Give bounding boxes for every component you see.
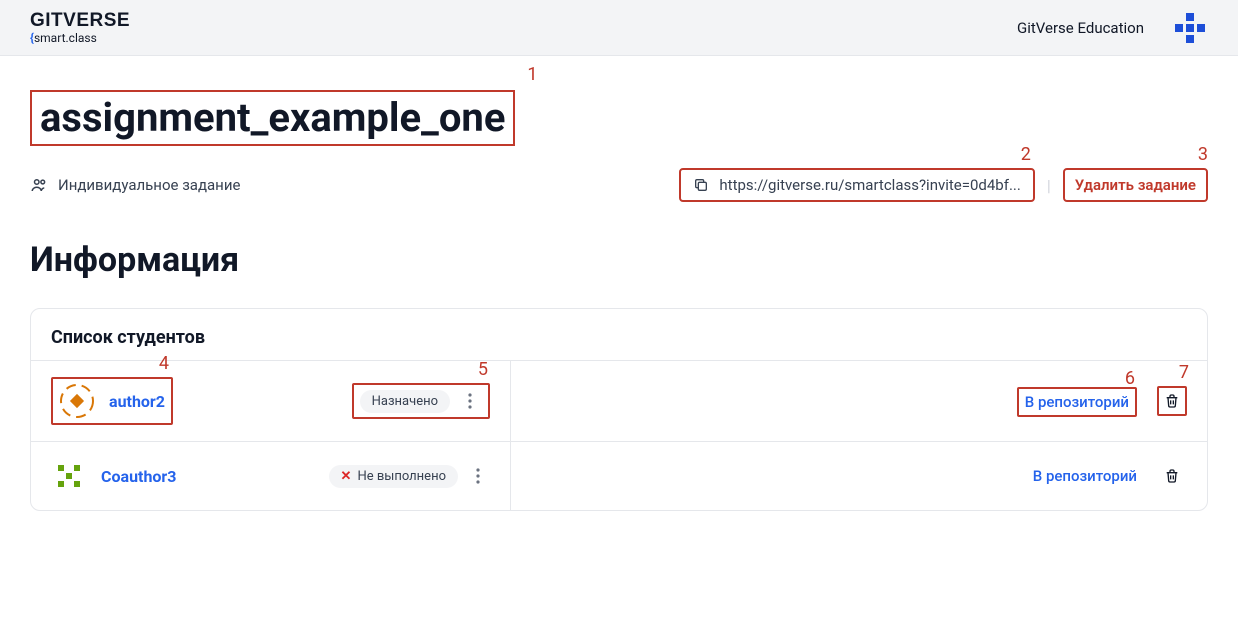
- student-name: Coauthor3: [101, 467, 176, 486]
- status-badge: Назначено: [360, 390, 450, 413]
- copy-icon: [693, 177, 709, 193]
- invite-url-text: https://gitverse.ru/smartclass?invite=0d…: [719, 176, 1020, 194]
- annotation-4: 4: [159, 353, 169, 374]
- student-avatar: [59, 383, 95, 419]
- students-heading: Список студентов: [31, 309, 1207, 360]
- kebab-icon: [476, 468, 480, 484]
- topbar: GITVERSE {smart.class GitVerse Education: [0, 0, 1238, 56]
- annotation-7: 7: [1179, 362, 1189, 383]
- identicon-icon: [1173, 11, 1207, 45]
- page-content: 1 assignment_example_one Индивидуальное …: [0, 56, 1238, 511]
- student-name: author2: [109, 392, 165, 411]
- info-heading: Информация: [30, 240, 1208, 280]
- delete-wrapper: 3 Удалить задание: [1063, 168, 1208, 202]
- invite-link-box[interactable]: https://gitverse.ru/smartclass?invite=0d…: [679, 168, 1034, 202]
- education-link[interactable]: GitVerse Education: [1017, 19, 1144, 37]
- logo[interactable]: GITVERSE {smart.class: [30, 11, 130, 44]
- status-badge: ✕ Не выполнено: [329, 465, 458, 488]
- repo-link[interactable]: В репозиторий: [1017, 387, 1137, 417]
- annotation-1: 1: [527, 64, 537, 85]
- trash-wrapper: 7: [1157, 386, 1187, 416]
- annotation-3: 3: [1198, 144, 1208, 165]
- student-row-right: В репозиторий: [511, 442, 1207, 510]
- assignment-type-label: Индивидуальное задание: [58, 176, 240, 194]
- status-group: ✕ Не выполнено: [329, 464, 490, 488]
- annotation-5: 5: [478, 359, 488, 380]
- logo-main-text: GITVERSE: [30, 11, 130, 30]
- status-text: Не выполнено: [357, 469, 446, 484]
- trash-icon: [1164, 393, 1180, 409]
- student-row-left: Coauthor3 ✕ Не выполнено: [31, 442, 511, 510]
- invite-wrapper: 2 https://gitverse.ru/smartclass?invite=…: [679, 168, 1034, 202]
- logo-sub-text: {smart.class: [30, 32, 130, 44]
- topbar-right: GitVerse Education: [1017, 10, 1208, 46]
- student-row: Coauthor3 ✕ Не выполнено В репозиторий: [31, 441, 1207, 510]
- identicon-icon: [52, 459, 86, 493]
- user-avatar[interactable]: [1172, 10, 1208, 46]
- kebab-icon: [468, 393, 472, 409]
- student-ident-wrapper: 4 author2: [51, 377, 173, 425]
- repo-link[interactable]: В репозиторий: [1033, 467, 1137, 485]
- identicon-icon: [60, 384, 94, 418]
- annotation-6: 6: [1125, 368, 1135, 389]
- student-row-left: 4 author2 5: [31, 361, 511, 441]
- assignment-title: assignment_example_one: [30, 90, 515, 146]
- divider: |: [1047, 176, 1051, 195]
- annotation-2: 2: [1021, 144, 1031, 165]
- subtitle-row: Индивидуальное задание 2 https://gitvers…: [30, 168, 1208, 202]
- title-block: 1 assignment_example_one: [30, 90, 515, 146]
- student-identity[interactable]: author2: [51, 377, 173, 425]
- trash-icon: [1164, 468, 1180, 484]
- status-text: Назначено: [372, 394, 438, 409]
- assignment-type: Индивидуальное задание: [30, 176, 240, 194]
- student-row: 4 author2 5: [31, 360, 1207, 441]
- row-menu-button[interactable]: [466, 464, 490, 488]
- subtitle-actions: 2 https://gitverse.ru/smartclass?invite=…: [679, 168, 1208, 202]
- remove-student-button[interactable]: [1157, 386, 1187, 416]
- status-group: Назначено: [352, 383, 490, 419]
- student-identity[interactable]: Coauthor3: [51, 458, 176, 494]
- x-icon: ✕: [341, 469, 352, 484]
- repo-link-wrapper: 6 В репозиторий: [1017, 392, 1137, 411]
- students-card: Список студентов 4 author2: [30, 308, 1208, 511]
- delete-assignment-button[interactable]: Удалить задание: [1063, 168, 1208, 202]
- student-row-right: 6 В репозиторий 7: [511, 361, 1207, 441]
- row-menu-button[interactable]: [458, 389, 482, 413]
- remove-student-button[interactable]: [1157, 461, 1187, 491]
- student-avatar: [51, 458, 87, 494]
- users-icon: [30, 176, 48, 194]
- status-wrapper: 5 Назначено: [352, 383, 490, 419]
